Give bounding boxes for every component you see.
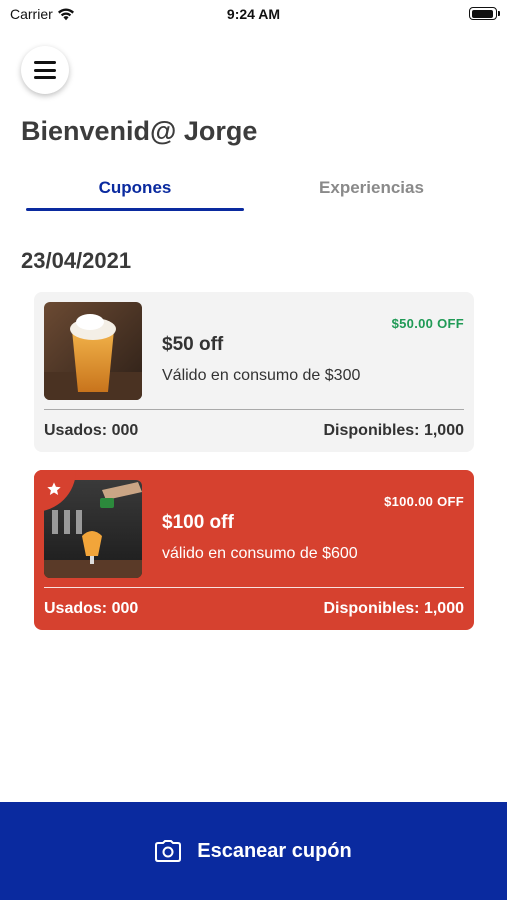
coupons-screen: Carrier 9:24 AM Bienvenid@ Jorge Cupones… (0, 0, 507, 900)
active-tab-indicator (26, 208, 244, 211)
battery-icon (469, 7, 500, 20)
menu-button[interactable] (21, 46, 69, 94)
card-divider (44, 587, 464, 588)
scan-coupon-button[interactable]: Escanear cupón (0, 802, 507, 900)
coupon-condition: válido en consumo de $600 (162, 545, 358, 562)
coupon-image (44, 302, 142, 400)
coupon-card[interactable]: $50.00 OFF $50 off Válido en consumo de … (34, 292, 474, 452)
coupon-used-count: Usados: 000 (44, 422, 139, 439)
tab-experiencias[interactable]: Experiencias (262, 178, 481, 214)
status-bar: Carrier 9:24 AM (0, 0, 507, 28)
star-icon (47, 482, 61, 495)
scan-coupon-label: Escanear cupón (197, 839, 352, 862)
coupon-title: $100 off (162, 512, 234, 533)
coupon-used-count: Usados: 000 (44, 600, 139, 617)
welcome-title: Bienvenid@ Jorge (21, 116, 258, 146)
coupon-available-count: Disponibles: 1,000 (323, 422, 465, 439)
status-time: 9:24 AM (226, 6, 281, 22)
coupon-discount-amount: $50.00 OFF (391, 316, 464, 331)
hamburger-icon (34, 61, 56, 79)
coupon-available-count: Disponibles: 1,000 (323, 600, 465, 617)
camera-icon (155, 840, 182, 862)
date-heading: 23/04/2021 (21, 248, 132, 273)
coupon-discount-amount: $100.00 OFF (384, 494, 464, 509)
coupon-card-featured[interactable]: $100.00 OFF $100 off válido en consumo d… (34, 470, 474, 630)
tab-bar: Cupones Experiencias (26, 178, 481, 214)
coupon-title: $50 off (162, 334, 224, 355)
coupon-condition: Válido en consumo de $300 (162, 367, 361, 384)
card-divider (44, 409, 464, 410)
